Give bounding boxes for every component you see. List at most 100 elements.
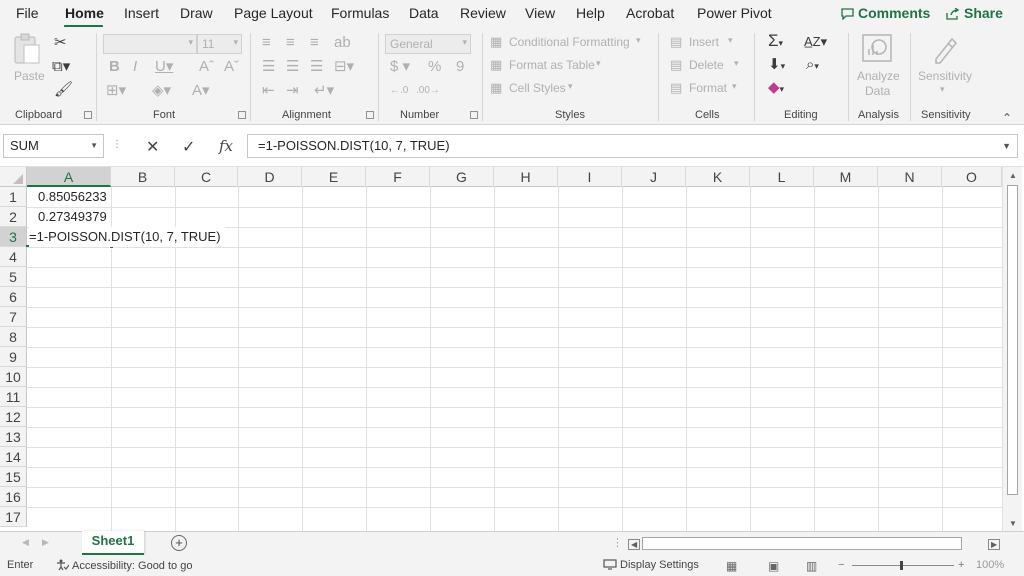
tab-draw[interactable]: Draw xyxy=(180,5,213,21)
number-launcher-icon[interactable] xyxy=(470,111,478,119)
row-header-5[interactable]: 5 xyxy=(0,267,27,287)
share-button[interactable]: Share xyxy=(946,5,1003,21)
copy-icon[interactable]: ⧉▾ xyxy=(52,59,70,75)
scroll-up-icon[interactable]: ▲ xyxy=(1009,171,1017,180)
delete-cells-button[interactable]: Delete xyxy=(689,58,724,72)
row-header-9[interactable]: 9 xyxy=(0,347,27,367)
next-sheet-icon[interactable]: ▶ xyxy=(42,537,49,548)
borders-icon[interactable]: ⊞▾ xyxy=(106,83,126,99)
row-header-1[interactable]: 1 xyxy=(0,187,27,207)
column-header-d[interactable]: D xyxy=(238,167,302,187)
tab-review[interactable]: Review xyxy=(460,5,506,21)
cell-a2[interactable]: 0.27349379 xyxy=(38,207,107,227)
increase-font-icon[interactable]: Aˆ xyxy=(199,59,214,75)
accessibility-checker[interactable]: Accessibility: Good to go xyxy=(56,559,192,572)
tab-view[interactable]: View xyxy=(525,5,555,21)
row-header-3[interactable]: 3 xyxy=(0,227,27,247)
column-header-j[interactable]: J xyxy=(622,167,686,187)
align-top-icon[interactable]: ≡ xyxy=(262,35,271,51)
fill-color-icon[interactable]: ◈▾ xyxy=(152,83,171,99)
collapse-ribbon-icon[interactable]: ⌃ xyxy=(1002,111,1012,125)
display-settings-button[interactable]: Display Settings xyxy=(603,559,699,571)
row-header-6[interactable]: 6 xyxy=(0,287,27,307)
zoom-slider[interactable] xyxy=(852,565,954,566)
horizontal-scroll-thumb[interactable] xyxy=(642,537,962,550)
name-box[interactable]: SUM ▼ xyxy=(3,134,104,158)
column-header-e[interactable]: E xyxy=(302,167,366,187)
format-as-table-icon[interactable]: ▦ xyxy=(490,57,502,73)
formula-input[interactable]: =1-POISSON.DIST(10, 7, TRUE) ▼ xyxy=(247,134,1018,158)
select-all-corner[interactable] xyxy=(0,167,27,187)
conditional-formatting-icon[interactable]: ▦ xyxy=(490,34,502,50)
sensitivity-button[interactable]: Sensitivity ▾ xyxy=(916,31,974,101)
find-select-icon[interactable]: ⌕▾ xyxy=(806,57,819,74)
font-launcher-icon[interactable] xyxy=(238,111,246,119)
conditional-formatting-button[interactable]: Conditional Formatting xyxy=(509,35,630,49)
tab-file[interactable]: File xyxy=(16,5,39,21)
font-name-dropdown[interactable]: ▾ xyxy=(103,34,197,54)
font-color-icon[interactable]: A▾ xyxy=(192,83,210,99)
row-header-8[interactable]: 8 xyxy=(0,327,27,347)
row-header-13[interactable]: 13 xyxy=(0,427,27,447)
row-header-2[interactable]: 2 xyxy=(0,207,27,227)
cell-a1[interactable]: 0.85056233 xyxy=(38,187,107,207)
sort-filter-icon[interactable]: A̲Z▾ xyxy=(804,34,827,50)
align-center-icon[interactable]: ☰ xyxy=(286,59,299,75)
tab-insert[interactable]: Insert xyxy=(124,5,159,21)
scroll-right-icon[interactable]: ▶ xyxy=(988,539,1001,550)
row-header-17[interactable]: 17 xyxy=(0,507,27,527)
zoom-slider-thumb[interactable] xyxy=(900,561,903,570)
drag-handle-icon[interactable]: ⋮ xyxy=(112,139,122,150)
align-middle-icon[interactable]: ≡ xyxy=(286,35,295,51)
vertical-scroll-thumb[interactable] xyxy=(1007,185,1018,495)
row-header-10[interactable]: 10 xyxy=(0,367,27,387)
percent-icon[interactable]: % xyxy=(428,59,441,75)
decrease-decimal-icon[interactable]: .00→ xyxy=(416,83,440,99)
format-cells-button[interactable]: Format xyxy=(689,81,727,95)
italic-icon[interactable]: I xyxy=(133,59,137,75)
tab-power-pivot[interactable]: Power Pivot xyxy=(697,5,772,21)
currency-icon[interactable]: $ ▾ xyxy=(390,59,410,75)
page-layout-view-icon[interactable]: ▣ xyxy=(768,559,779,573)
merge-center-icon[interactable]: ⊟▾ xyxy=(334,59,354,75)
column-header-m[interactable]: M xyxy=(814,167,878,187)
prev-sheet-icon[interactable]: ◀ xyxy=(22,537,29,548)
bold-icon[interactable]: B xyxy=(109,59,120,75)
decrease-font-icon[interactable]: Aˇ xyxy=(224,59,239,75)
align-left-icon[interactable]: ☰ xyxy=(262,59,275,75)
delete-cells-icon[interactable]: ▤ xyxy=(670,57,682,73)
scroll-down-icon[interactable]: ▼ xyxy=(1009,519,1017,528)
column-header-l[interactable]: L xyxy=(750,167,814,187)
row-header-7[interactable]: 7 xyxy=(0,307,27,327)
column-header-o[interactable]: O xyxy=(942,167,1002,187)
chevron-down-icon[interactable]: ▼ xyxy=(90,141,98,150)
number-format-dropdown[interactable]: General ▾ xyxy=(385,34,471,54)
expand-formula-icon[interactable]: ▼ xyxy=(1002,141,1011,151)
format-cells-icon[interactable]: ▤ xyxy=(670,80,682,96)
column-header-c[interactable]: C xyxy=(175,167,238,187)
align-right-icon[interactable]: ☰ xyxy=(310,59,323,75)
row-header-11[interactable]: 11 xyxy=(0,387,27,407)
column-header-a[interactable]: A xyxy=(27,167,111,187)
align-bottom-icon[interactable]: ≡ xyxy=(310,35,319,51)
normal-view-icon[interactable]: ▦ xyxy=(726,559,737,573)
tab-split-handle-icon[interactable]: ⋮ xyxy=(612,536,623,549)
column-header-g[interactable]: G xyxy=(430,167,494,187)
tab-help[interactable]: Help xyxy=(576,5,605,21)
row-header-15[interactable]: 15 xyxy=(0,467,27,487)
horizontal-scrollbar[interactable]: ◀ ▶ xyxy=(624,536,1002,552)
format-as-table-button[interactable]: Format as Table xyxy=(509,58,595,72)
row-header-16[interactable]: 16 xyxy=(0,487,27,507)
cell-styles-button[interactable]: Cell Styles xyxy=(509,81,566,95)
column-header-n[interactable]: N xyxy=(878,167,942,187)
zoom-out-icon[interactable]: − xyxy=(838,559,844,571)
clipboard-launcher-icon[interactable] xyxy=(84,111,92,119)
page-break-view-icon[interactable]: ▥ xyxy=(806,559,817,573)
zoom-in-icon[interactable]: + xyxy=(958,559,964,571)
column-header-k[interactable]: K xyxy=(686,167,750,187)
confirm-entry-icon[interactable]: ✓ xyxy=(182,137,195,157)
increase-decimal-icon[interactable]: ←.0 xyxy=(390,83,408,99)
column-header-i[interactable]: I xyxy=(558,167,622,187)
insert-function-icon[interactable]: fx xyxy=(219,137,233,155)
wrap-text-icon[interactable]: ↵▾ xyxy=(314,83,334,99)
